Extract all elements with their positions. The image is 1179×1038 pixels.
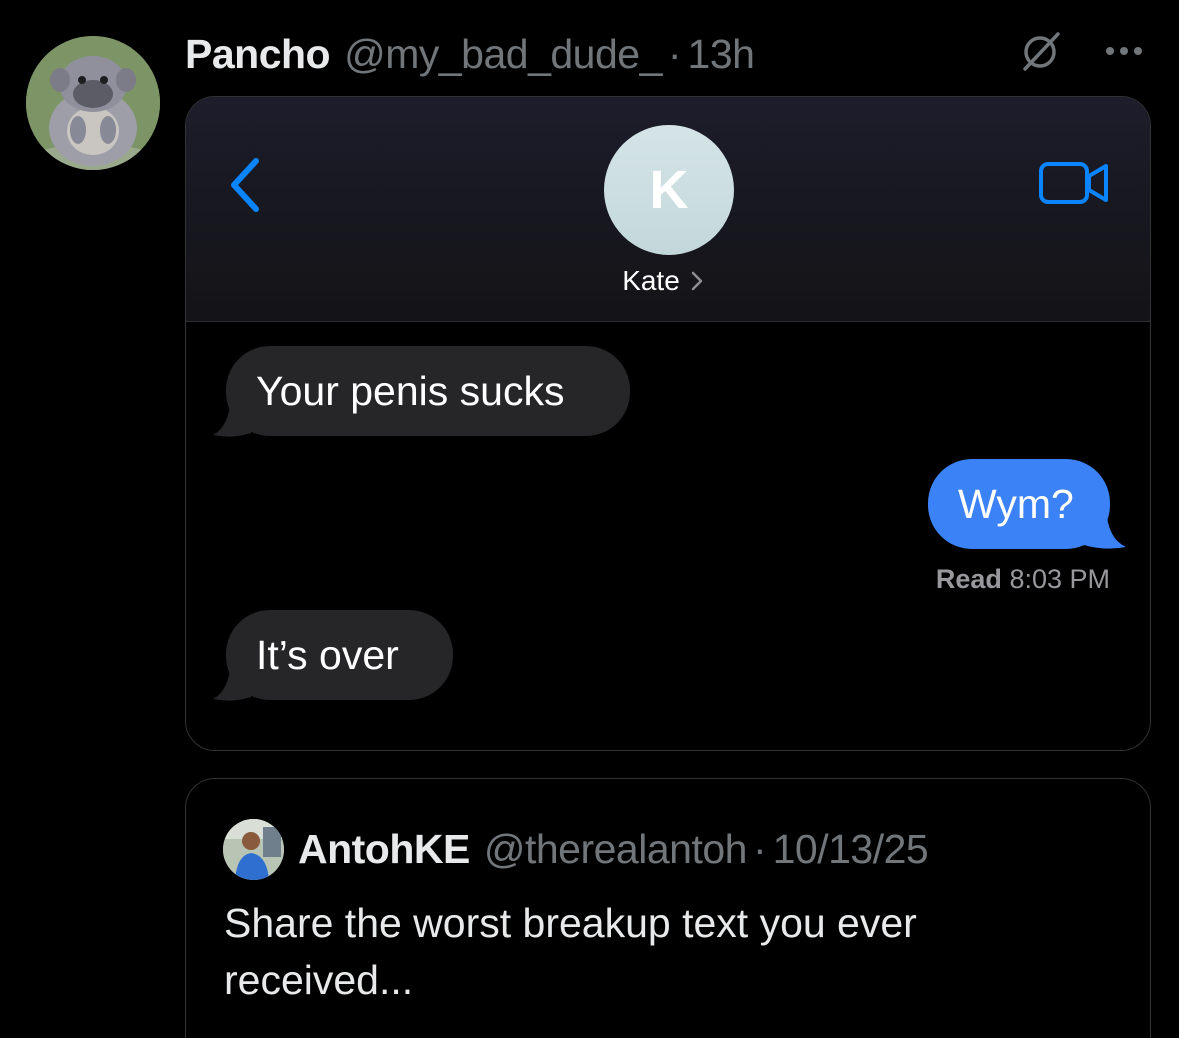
contact-name: Kate	[622, 265, 680, 296]
contact-avatar: K	[604, 125, 734, 255]
incoming-message: Your penis sucks	[226, 346, 630, 436]
read-time: 8:03 PM	[1009, 564, 1110, 594]
chevron-right-icon	[691, 271, 703, 291]
contact-initial: K	[649, 160, 689, 220]
author-display-name[interactable]: Pancho	[185, 31, 331, 78]
author-handle[interactable]: @my_bad_dude_	[344, 31, 662, 78]
contact-name-row: Kate	[186, 265, 1150, 297]
back-chevron-icon	[231, 158, 259, 212]
monkey-avatar-icon	[26, 36, 160, 170]
more-icon[interactable]	[1102, 40, 1146, 62]
read-receipt: Read 8:03 PM	[936, 564, 1110, 595]
post-header: Pancho @my_bad_dude_ · 13h	[185, 28, 755, 80]
media-attachment[interactable]: K Kate Your penis sucks Wym? Read 8:03 P…	[185, 96, 1151, 751]
video-call-icon	[1039, 162, 1108, 204]
quoted-date: 10/13/25	[772, 825, 929, 872]
conversation-header: K Kate	[186, 97, 1150, 322]
post-time[interactable]: 13h	[688, 31, 755, 78]
quoted-post-text: Share the worst breakup text you ever re…	[224, 900, 917, 1003]
quoted-post-header: AntohKE @therealantoh · 10/13/25	[298, 823, 929, 875]
quoted-display-name: AntohKE	[298, 825, 470, 872]
outgoing-message: Wym?	[928, 459, 1110, 549]
separator-dot: ·	[667, 30, 682, 77]
person-avatar-icon	[223, 819, 284, 880]
quoted-handle: @therealantoh	[483, 825, 748, 872]
post: Pancho @my_bad_dude_ · 13h K Kate Your p…	[0, 0, 1179, 1038]
grok-icon[interactable]	[1020, 30, 1062, 72]
read-label: Read	[935, 564, 1002, 594]
incoming-message: It’s over	[226, 610, 453, 700]
separator-dot: ·	[752, 825, 767, 872]
author-avatar[interactable]	[26, 36, 160, 170]
quoted-post[interactable]: AntohKE @therealantoh · 10/13/25 Share t…	[185, 778, 1151, 1038]
quoted-author-avatar	[223, 819, 284, 880]
